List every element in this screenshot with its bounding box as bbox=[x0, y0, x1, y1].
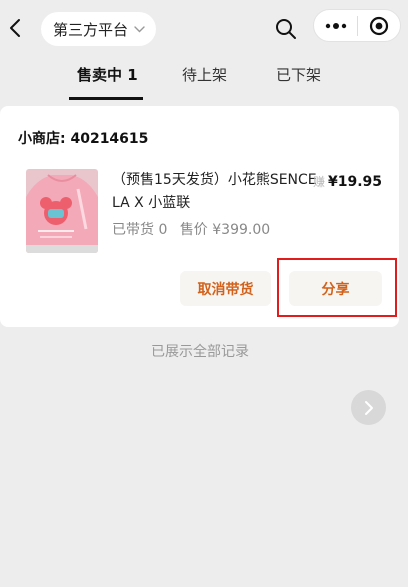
share-highlight-box bbox=[277, 258, 397, 317]
platform-selector-label: 第三方平台 bbox=[53, 20, 129, 39]
search-button[interactable] bbox=[272, 15, 300, 43]
search-icon bbox=[276, 19, 296, 39]
chevron-left-icon bbox=[10, 19, 20, 37]
chevron-down-icon bbox=[134, 25, 145, 33]
back-button[interactable] bbox=[6, 14, 24, 42]
product-thumbnail[interactable] bbox=[26, 169, 98, 253]
top-navigation-bar: 第三方平台 bbox=[0, 0, 408, 56]
chevron-right-icon bbox=[364, 400, 373, 415]
shop-name: 小商店: 40214615 bbox=[18, 131, 149, 147]
active-tab-indicator bbox=[69, 97, 143, 100]
platform-selector[interactable]: 第三方平台 bbox=[41, 12, 156, 46]
status-tabs: 售卖中 1 待上架 已下架 bbox=[0, 56, 408, 100]
commission-amount: ¥19.95 bbox=[327, 174, 382, 190]
close-mini-program-button[interactable] bbox=[358, 10, 400, 41]
next-page-button[interactable] bbox=[351, 390, 386, 425]
mini-program-capsule bbox=[313, 9, 401, 42]
sale-price: 售价 ¥399.00 bbox=[179, 222, 271, 238]
more-menu-button[interactable] bbox=[314, 10, 357, 41]
product-meta: 已带货 0 售价 ¥399.00 bbox=[112, 219, 270, 239]
product-title[interactable]: （预售15天发货）小花熊SENCE LA X 小蓝联 bbox=[112, 169, 322, 215]
earn-label: 赚 bbox=[312, 175, 325, 189]
tab-delisted[interactable]: 已下架 bbox=[276, 64, 321, 85]
tab-on-sale[interactable]: 售卖中 1 bbox=[77, 64, 138, 85]
sold-count: 已带货 0 bbox=[112, 222, 168, 238]
cancel-promotion-button[interactable]: 取消带货 bbox=[180, 271, 271, 306]
more-dots-icon bbox=[325, 22, 346, 29]
end-of-list-note: 已展示全部记录 bbox=[151, 344, 249, 360]
target-circle-icon bbox=[369, 16, 389, 35]
commission: 赚 ¥19.95 bbox=[313, 173, 382, 190]
tab-pending-listing[interactable]: 待上架 bbox=[182, 64, 227, 85]
